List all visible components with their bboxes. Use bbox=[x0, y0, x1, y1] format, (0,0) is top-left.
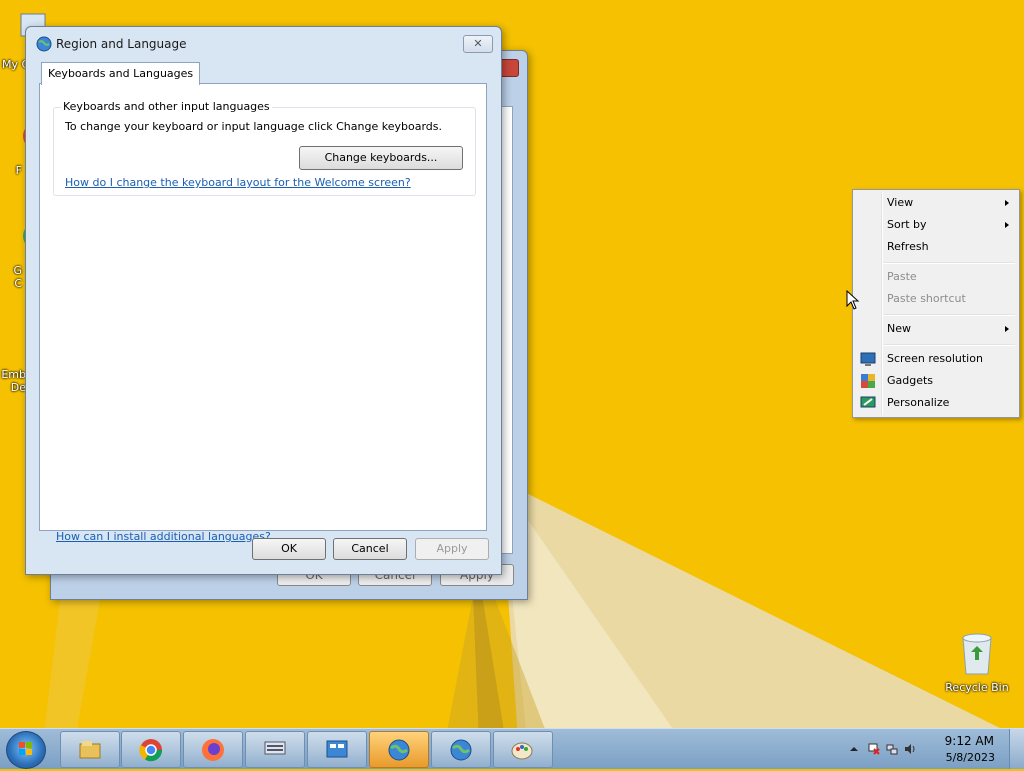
start-button[interactable] bbox=[6, 731, 46, 769]
globe-icon bbox=[36, 36, 52, 52]
background-dialog-close-button[interactable] bbox=[499, 59, 519, 77]
clock-date[interactable]: 5/8/2023 bbox=[946, 751, 995, 764]
submenu-arrow-icon bbox=[1005, 326, 1009, 332]
show-hidden-icons-icon[interactable] bbox=[848, 743, 860, 755]
gadgets-icon bbox=[861, 374, 875, 388]
mouse-cursor-icon bbox=[846, 290, 860, 310]
group-title: Keyboards and other input languages bbox=[61, 100, 272, 113]
taskbar-region-language-2[interactable] bbox=[431, 731, 491, 768]
welcome-screen-keyboard-link[interactable]: How do I change the keyboard layout for … bbox=[65, 176, 411, 189]
menu-item-view-label: View bbox=[887, 196, 914, 209]
menu-separator bbox=[883, 314, 1015, 316]
menu-separator bbox=[883, 262, 1015, 264]
region-language-icon bbox=[388, 739, 410, 761]
file-explorer-icon bbox=[79, 741, 101, 759]
taskbar-keyboard-settings[interactable] bbox=[245, 731, 305, 768]
menu-item-gadgets[interactable]: Gadgets bbox=[855, 370, 1017, 392]
apply-button[interactable]: Apply bbox=[415, 538, 489, 560]
network-icon[interactable] bbox=[886, 743, 898, 755]
system-tray: 9:12 AM 5/8/2023 bbox=[834, 729, 1024, 769]
menu-item-paste-shortcut-label: Paste shortcut bbox=[887, 292, 966, 305]
show-desktop-button[interactable] bbox=[1009, 729, 1024, 769]
menu-item-sort-by[interactable]: Sort by bbox=[855, 214, 1017, 236]
cancel-button[interactable]: Cancel bbox=[333, 538, 407, 560]
submenu-arrow-icon bbox=[1005, 222, 1009, 228]
firefox-icon bbox=[202, 739, 224, 761]
personalize-icon bbox=[860, 396, 876, 408]
taskbar-firefox[interactable] bbox=[183, 731, 243, 768]
taskbar: 9:12 AM 5/8/2023 bbox=[0, 728, 1024, 769]
recycle-bin-label: Recycle Bin bbox=[945, 681, 1009, 694]
region-language-icon-2 bbox=[450, 739, 472, 761]
menu-item-new[interactable]: New bbox=[855, 318, 1017, 340]
menu-item-refresh-label: Refresh bbox=[887, 240, 929, 253]
menu-item-paste-shortcut[interactable]: Paste shortcut bbox=[855, 288, 1017, 310]
change-keyboards-button[interactable]: Change keyboards... bbox=[299, 146, 463, 170]
menu-item-screen-resolution[interactable]: Screen resolution bbox=[855, 348, 1017, 370]
menu-item-new-label: New bbox=[887, 322, 911, 335]
dialog-title: Region and Language bbox=[56, 37, 187, 51]
action-center-flag-icon[interactable] bbox=[868, 743, 880, 755]
chrome-icon bbox=[139, 739, 163, 762]
menu-item-gadgets-label: Gadgets bbox=[887, 374, 934, 387]
region-language-dialog: Region and Language ✕ Keyboards and Lang… bbox=[25, 26, 502, 575]
menu-item-screen-resolution-label: Screen resolution bbox=[887, 352, 983, 365]
menu-item-sort-by-label: Sort by bbox=[887, 218, 927, 231]
menu-item-view[interactable]: View bbox=[855, 192, 1017, 214]
keyboards-group: Keyboards and other input languages To c… bbox=[53, 100, 476, 196]
keyboard-settings-icon bbox=[264, 741, 286, 755]
clock-time[interactable]: 9:12 AM bbox=[945, 734, 994, 748]
taskbar-region-language-active[interactable] bbox=[369, 731, 429, 768]
submenu-arrow-icon bbox=[1005, 200, 1009, 206]
menu-item-refresh[interactable]: Refresh bbox=[855, 236, 1017, 258]
desktop-context-menu: View Sort by Refresh Paste Paste shortcu… bbox=[852, 189, 1020, 418]
volume-icon[interactable] bbox=[904, 743, 916, 755]
dialog-title-bar[interactable]: Region and Language ✕ bbox=[26, 27, 501, 59]
taskbar-chrome[interactable] bbox=[121, 731, 181, 768]
recycle-bin-icon bbox=[962, 633, 992, 675]
desktop-icon-recycle-bin[interactable]: Recycle Bin bbox=[942, 630, 1012, 694]
menu-separator bbox=[883, 344, 1015, 346]
control-panel-icon bbox=[326, 740, 348, 758]
dialog-close-button[interactable]: ✕ bbox=[463, 35, 493, 53]
menu-item-paste-label: Paste bbox=[887, 270, 917, 283]
menu-item-paste[interactable]: Paste bbox=[855, 266, 1017, 288]
menu-item-personalize-label: Personalize bbox=[887, 396, 950, 409]
paint-icon bbox=[511, 742, 533, 760]
taskbar-paint[interactable] bbox=[493, 731, 553, 768]
install-languages-link[interactable]: How can I install additional languages? bbox=[56, 530, 271, 543]
tab-panel: Keyboards and other input languages To c… bbox=[39, 83, 487, 543]
menu-item-personalize[interactable]: Personalize bbox=[855, 392, 1017, 414]
taskbar-file-explorer[interactable] bbox=[60, 731, 120, 768]
group-description: To change your keyboard or input languag… bbox=[65, 120, 442, 133]
monitor-icon bbox=[860, 352, 876, 366]
windows-logo-icon bbox=[19, 742, 32, 755]
taskbar-control-panel[interactable] bbox=[307, 731, 367, 768]
ok-button[interactable]: OK bbox=[252, 538, 326, 560]
tab-keyboards-and-languages[interactable]: Keyboards and Languages bbox=[41, 62, 201, 85]
